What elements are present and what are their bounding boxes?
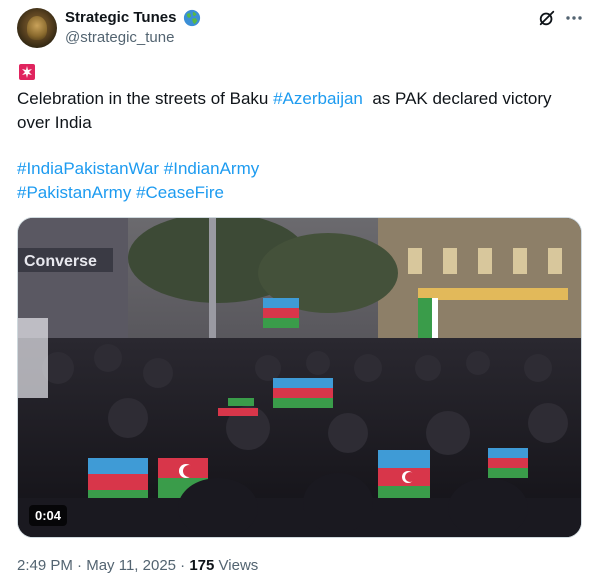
hashtag-row: #IndiaPakistanWar #IndianArmy [17, 157, 582, 181]
globe-icon [183, 9, 201, 27]
video-player[interactable]: Converse [17, 217, 582, 538]
rotating-light-icon [19, 64, 35, 80]
views-count: 175 [189, 557, 215, 574]
author-display-name[interactable]: Strategic Tunes [65, 9, 176, 26]
video-duration-badge: 0:04 [29, 505, 68, 526]
author-handle[interactable]: @strategic_tune [65, 29, 174, 46]
video-frame: Converse [18, 218, 581, 537]
more-options-icon[interactable] [564, 9, 584, 27]
hashtag-row: #PakistanArmy #CeaseFire [17, 181, 582, 205]
hashtag-list: #IndiaPakistanWar #IndianArmy #PakistanA… [17, 157, 582, 205]
tweet-date[interactable]: May 11, 2025 [86, 557, 176, 574]
storefront-sign: Converse [24, 253, 97, 270]
views-label: Views [218, 557, 259, 574]
hashtag-link[interactable]: #Azerbaijan [273, 89, 363, 108]
grok-icon[interactable] [538, 9, 556, 27]
hashtag-link[interactable]: #IndianArmy [164, 159, 259, 178]
meta-separator: · [77, 557, 83, 574]
avatar[interactable] [17, 8, 57, 48]
tweet-time[interactable]: 2:49 PM [17, 557, 73, 574]
hashtag-link[interactable]: #IndiaPakistanWar [17, 159, 159, 178]
tweet-text: Celebration in the streets of Baku #Azer… [17, 87, 582, 135]
meta-separator: · [180, 557, 186, 574]
tweet-metadata: 2:49 PM · May 11, 2025 · 175 Views [17, 557, 258, 574]
hashtag-link[interactable]: #PakistanArmy [17, 183, 131, 202]
tweet-card: Strategic Tunes @strategic_tune Celebrat… [0, 0, 599, 584]
tweet-text-part: Celebration in the streets of Baku [17, 89, 274, 108]
hashtag-link[interactable]: #CeaseFire [136, 183, 224, 202]
